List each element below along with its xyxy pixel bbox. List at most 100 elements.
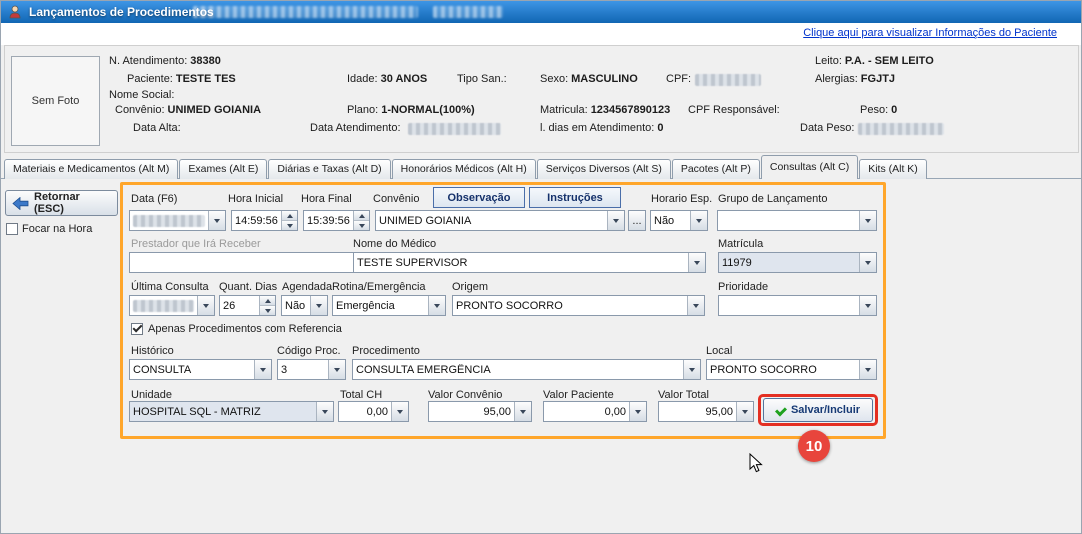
retornar-button[interactable]: Retornar (ESC) <box>5 190 118 216</box>
patient-header-panel: Sem Foto N. Atendimento:38380 Leito:P.A.… <box>4 45 1079 153</box>
chevron-down-icon[interactable] <box>197 296 214 315</box>
nome-medico-select[interactable]: TESTE SUPERVISOR <box>353 252 706 273</box>
idade-field: Idade:30 ANOS <box>347 73 427 85</box>
tab-diarias-e-taxas[interactable]: Diárias e Taxas (Alt D) <box>268 159 390 179</box>
total-ch-select[interactable]: 0,00 <box>338 401 409 422</box>
chevron-down-icon[interactable] <box>328 360 345 379</box>
tipo-san-field: Tipo San.: <box>457 73 510 85</box>
prestador-select[interactable] <box>129 252 371 273</box>
peso-label: Peso: <box>860 104 888 116</box>
hora-final-input[interactable]: 15:39:56 <box>303 210 370 231</box>
chevron-down-icon[interactable] <box>859 296 876 315</box>
tab-consultas[interactable]: Consultas (Alt C) <box>761 155 858 179</box>
quant-dias-label: Quant. Dias <box>219 281 277 293</box>
tab-kits[interactable]: Kits (Alt K) <box>859 159 927 179</box>
paciente-field: Paciente:TESTE TES <box>127 73 236 85</box>
peso-value: 0 <box>891 104 897 116</box>
sexo-value: MASCULINO <box>571 73 638 85</box>
plano-label: Plano: <box>347 104 378 116</box>
retornar-label: Retornar (ESC) <box>34 191 111 215</box>
prestador-label: Prestador que Irá Receber <box>131 238 261 250</box>
procedimento-value: CONSULTA EMERGÊNCIA <box>353 364 683 376</box>
salvar-incluir-button[interactable]: Salvar/Incluir <box>763 398 873 422</box>
horario-esp-select[interactable]: Não <box>650 210 708 231</box>
chevron-down-icon[interactable] <box>690 211 707 230</box>
historico-select[interactable]: CONSULTA <box>129 359 272 380</box>
ultima-consulta-label: Última Consulta <box>131 281 209 293</box>
historico-label: Histórico <box>131 345 174 357</box>
app-icon <box>7 4 23 20</box>
chevron-down-icon[interactable] <box>683 360 700 379</box>
ultima-consulta-select[interactable] <box>129 295 215 316</box>
chevron-down-icon[interactable] <box>607 211 624 230</box>
alergias-value: FGJTJ <box>861 73 895 85</box>
spin-down-icon[interactable] <box>260 305 275 315</box>
chevron-down-icon[interactable] <box>514 402 531 421</box>
valor-total-select[interactable]: 95,00 <box>658 401 754 422</box>
agendada-label: Agendada <box>282 281 332 293</box>
agendada-select[interactable]: Não <box>281 295 328 316</box>
codigo-proc-select[interactable]: 3 <box>277 359 346 380</box>
hora-inicial-spinner <box>281 211 297 230</box>
chevron-down-icon[interactable] <box>736 402 753 421</box>
paciente-label: Paciente: <box>127 73 173 85</box>
tab-pacotes[interactable]: Pacotes (Alt P) <box>672 159 760 179</box>
hora-inicial-input[interactable]: 14:59:56 <box>231 210 298 231</box>
annotation-step-badge: 10 <box>798 430 830 462</box>
nome-social-field: Nome Social: <box>109 89 177 101</box>
apenas-referencia-checkbox[interactable] <box>131 323 143 335</box>
n-atendimento-field: N. Atendimento:38380 <box>109 55 221 67</box>
leito-field: Leito:P.A. - SEM LEITO <box>815 55 934 67</box>
data-peso-label: Data Peso: <box>800 122 854 134</box>
spin-up-icon[interactable] <box>282 211 297 220</box>
origem-value: PRONTO SOCORRO <box>453 300 687 312</box>
origem-label: Origem <box>452 281 488 293</box>
spin-down-icon[interactable] <box>282 220 297 230</box>
matricula-header-value: 1234567890123 <box>591 104 671 116</box>
chevron-down-icon[interactable] <box>310 296 327 315</box>
chevron-down-icon[interactable] <box>687 296 704 315</box>
focar-na-hora-label: Focar na Hora <box>22 223 92 235</box>
chevron-down-icon[interactable] <box>391 402 408 421</box>
observacao-button[interactable]: Observação <box>433 187 525 208</box>
patient-info-link[interactable]: Clique aqui para visualizar Informações … <box>803 27 1057 39</box>
total-ch-value: 0,00 <box>339 406 391 418</box>
agendada-value: Não <box>282 300 310 312</box>
tab-strip: Materiais e Medicamentos (Alt M) Exames … <box>4 156 928 179</box>
chevron-down-icon[interactable] <box>629 402 646 421</box>
tab-materiais-e-medicamentos[interactable]: Materiais e Medicamentos (Alt M) <box>4 159 178 179</box>
tab-exames[interactable]: Exames (Alt E) <box>179 159 267 179</box>
valor-paciente-select[interactable]: 0,00 <box>543 401 647 422</box>
data-f6-select[interactable] <box>129 210 226 231</box>
instrucoes-button[interactable]: Instruções <box>529 187 621 208</box>
convenio-select[interactable]: UNIMED GOIANIA <box>375 210 625 231</box>
quant-dias-input[interactable]: 26 <box>219 295 276 316</box>
convenio-label: Convênio <box>373 193 419 205</box>
chevron-down-icon[interactable] <box>688 253 705 272</box>
spin-down-icon[interactable] <box>354 220 369 230</box>
spin-up-icon[interactable] <box>260 296 275 305</box>
tab-servicos-diversos[interactable]: Serviços Diversos (Alt S) <box>537 159 671 179</box>
chevron-down-icon[interactable] <box>859 211 876 230</box>
valor-convenio-select[interactable]: 95,00 <box>428 401 532 422</box>
plano-value: 1-NORMAL(100%) <box>381 104 475 116</box>
local-select[interactable]: PRONTO SOCORRO <box>706 359 877 380</box>
chevron-down-icon[interactable] <box>208 211 225 230</box>
chevron-down-icon[interactable] <box>859 360 876 379</box>
app-window: Lançamentos de Procedimentos Clique aqui… <box>0 0 1082 534</box>
tab-honorarios-medicos[interactable]: Honorários Médicos (Alt H) <box>392 159 536 179</box>
chevron-down-icon[interactable] <box>254 360 271 379</box>
n-atendimento-label: N. Atendimento: <box>109 55 187 67</box>
prioridade-select[interactable] <box>718 295 877 316</box>
valor-paciente-label: Valor Paciente <box>543 389 614 401</box>
rotina-emergencia-select[interactable]: Emergência <box>332 295 446 316</box>
origem-select[interactable]: PRONTO SOCORRO <box>452 295 705 316</box>
convenio-browse-button[interactable]: ... <box>628 210 646 231</box>
chevron-down-icon <box>316 402 333 421</box>
procedimento-select[interactable]: CONSULTA EMERGÊNCIA <box>352 359 701 380</box>
spin-up-icon[interactable] <box>354 211 369 220</box>
chevron-down-icon[interactable] <box>428 296 445 315</box>
rotina-emergencia-value: Emergência <box>333 300 428 312</box>
focar-na-hora-checkbox[interactable] <box>6 223 18 235</box>
grupo-lancamento-select[interactable] <box>717 210 877 231</box>
